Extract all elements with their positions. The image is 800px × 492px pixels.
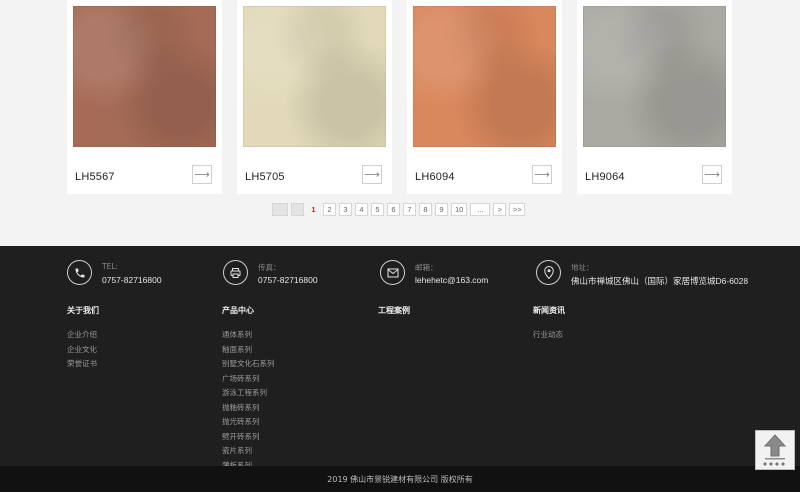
column-title[interactable]: 关于我们 [67, 305, 99, 316]
product-code[interactable]: LH5705 [245, 171, 285, 183]
page-button[interactable]: 5 [371, 203, 384, 216]
contact-label: 邮箱： [415, 263, 438, 272]
last-page-button[interactable]: >> [509, 203, 526, 216]
page-button[interactable]: 8 [419, 203, 432, 216]
page-button[interactable]: 10 [451, 203, 468, 216]
contact-fax: 传真： 0757-82716800 [223, 260, 318, 285]
page-button[interactable]: 3 [339, 203, 352, 216]
arrow-right-icon: ⟶ [534, 168, 550, 181]
contact-value[interactable]: lehehetc@163.com [415, 275, 488, 285]
product-image[interactable] [73, 6, 216, 147]
contact-email: 邮箱： lehehetc@163.com [380, 260, 488, 285]
column-title[interactable]: 新闻资讯 [533, 305, 565, 316]
footer-column-cases: 工程案例 [378, 305, 410, 328]
product-image[interactable] [413, 6, 556, 147]
footer-column-products: 产品中心 通体系列 釉面系列 别墅文化石系列 广场砖系列 游泳工程系列 抛釉砖系… [222, 305, 275, 473]
footer-link[interactable]: 企业文化 [67, 343, 99, 358]
page-button[interactable]: 4 [355, 203, 368, 216]
footer-link[interactable]: 通体系列 [222, 328, 275, 343]
contact-value: 0757-82716800 [258, 275, 318, 285]
product-card[interactable]: LH5567 ⟶ [67, 0, 222, 194]
arrow-right-icon: ⟶ [364, 168, 380, 181]
page-button[interactable]: 9 [435, 203, 448, 216]
contact-label: 传真： [258, 263, 281, 272]
page-button[interactable]: 7 [403, 203, 416, 216]
phone-icon [67, 260, 92, 285]
product-more-button[interactable]: ⟶ [702, 165, 722, 184]
column-title[interactable]: 产品中心 [222, 305, 275, 316]
product-more-button[interactable]: ⟶ [192, 165, 212, 184]
prev-page-button[interactable] [291, 203, 304, 216]
contact-label: 地址： [571, 263, 594, 272]
product-card[interactable]: LH6094 ⟶ [407, 0, 562, 194]
footer-link[interactable]: 釉面系列 [222, 343, 275, 358]
contact-value: 佛山市禅城区佛山（国际）家居博览城D6-6028 [571, 276, 749, 286]
mail-icon [380, 260, 405, 285]
footer-link[interactable]: 瓷片系列 [222, 444, 275, 459]
footer-link[interactable]: 游泳工程系列 [222, 386, 275, 401]
product-image[interactable] [583, 6, 726, 147]
footer-link[interactable]: 广场砖系列 [222, 372, 275, 387]
column-title[interactable]: 工程案例 [378, 305, 410, 316]
product-card[interactable]: LH9064 ⟶ [577, 0, 732, 194]
page-button-current[interactable]: 1 [307, 203, 320, 216]
footer: TEL: 0757-82716800 传真： 0757-82716800 邮箱：… [0, 246, 800, 492]
footer-column-about: 关于我们 企业介绍 企业文化 荣誉证书 [67, 305, 99, 372]
arrow-right-icon: ⟶ [194, 168, 210, 181]
footer-link[interactable]: 别墅文化石系列 [222, 357, 275, 372]
fax-icon [223, 260, 248, 285]
product-image[interactable] [243, 6, 386, 147]
arrow-right-icon: ⟶ [704, 168, 720, 181]
footer-link[interactable]: 行业动态 [533, 328, 565, 343]
back-to-top-button[interactable] [755, 430, 795, 470]
arrow-up-icon [763, 434, 787, 466]
copyright-bar: 2019 佛山市景锐建材有限公司 版权所有 [0, 466, 800, 492]
first-page-button[interactable] [272, 203, 288, 216]
product-more-button[interactable]: ⟶ [532, 165, 552, 184]
contact-label: TEL: [102, 262, 119, 271]
footer-link[interactable]: 企业介绍 [67, 328, 99, 343]
product-code[interactable]: LH5567 [75, 171, 115, 183]
ellipsis: ... [470, 203, 491, 216]
footer-link[interactable]: 抛光砖系列 [222, 415, 275, 430]
product-more-button[interactable]: ⟶ [362, 165, 382, 184]
footer-link[interactable]: 抛釉砖系列 [222, 401, 275, 416]
contact-phone: TEL: 0757-82716800 [67, 260, 162, 285]
footer-link[interactable]: 劈开砖系列 [222, 430, 275, 445]
pagination: 1 2 3 4 5 6 7 8 9 10 ... > >> [272, 203, 526, 217]
footer-column-news: 新闻资讯 行业动态 [533, 305, 565, 343]
next-page-button[interactable]: > [493, 203, 507, 216]
footer-link[interactable]: 荣誉证书 [67, 357, 99, 372]
page-button[interactable]: 2 [323, 203, 336, 216]
copyright-text: 2019 佛山市景锐建材有限公司 版权所有 [327, 474, 473, 484]
product-card[interactable]: LH5705 ⟶ [237, 0, 392, 194]
location-icon [536, 260, 561, 285]
product-code[interactable]: LH9064 [585, 171, 625, 183]
contact-address: 地址： 佛山市禅城区佛山（国际）家居博览城D6-6028 [536, 260, 748, 286]
page-button[interactable]: 6 [387, 203, 400, 216]
contact-value: 0757-82716800 [102, 275, 162, 285]
product-grid: LH5567 ⟶ LH5705 ⟶ LH6094 ⟶ LH9064 ⟶ [67, 0, 733, 194]
product-code[interactable]: LH6094 [415, 171, 455, 183]
